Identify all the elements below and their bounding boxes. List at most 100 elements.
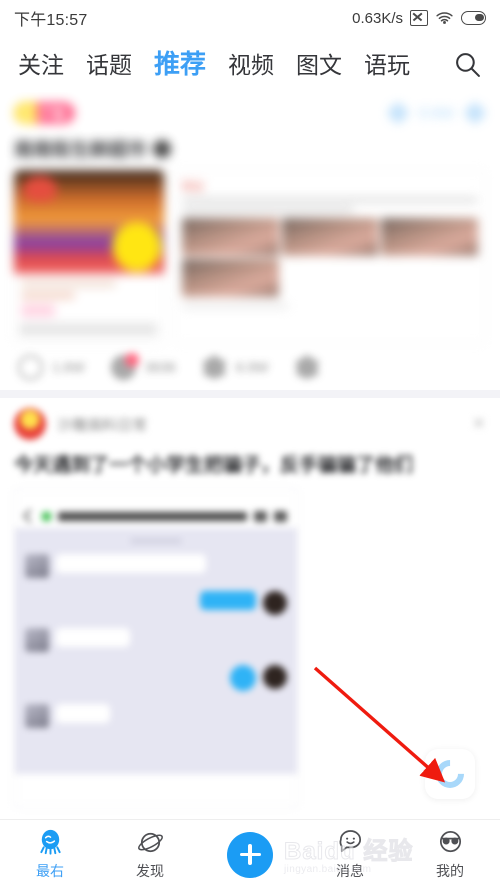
tab-guanzhu[interactable]: 关注	[18, 54, 64, 77]
close-icon[interactable]: ✕	[472, 414, 486, 434]
refresh-button[interactable]	[425, 749, 475, 799]
tab-yuwan[interactable]: 语玩	[364, 54, 410, 77]
feed-list[interactable]: 广告 9.9W 南南街生鲜超市 热议 1.6W 3636 6.9W 沙雕搞料日常…	[0, 92, 500, 820]
share-count: 1.6W	[52, 359, 85, 375]
chat-row-outgoing	[25, 664, 287, 691]
share-icon[interactable]	[18, 354, 43, 380]
badge-dot-icon	[17, 103, 36, 123]
chat-bubble-sent	[200, 590, 256, 610]
dislike-action[interactable]	[294, 354, 320, 380]
thumb-footer-line	[182, 303, 289, 309]
plus-icon[interactable]	[227, 831, 273, 878]
bottom-navigation: 最右 发现 消息 我的	[0, 819, 500, 889]
status-indicators: 0.63K/s	[352, 10, 486, 27]
vote-group[interactable]: 9.9W	[386, 102, 486, 124]
card-one-title-text: 南南街生鲜超市	[14, 140, 148, 161]
post-username[interactable]: 沙雕搞料日常	[57, 414, 461, 435]
nav-label-wode: 我的	[436, 863, 464, 879]
chat-status-bar	[25, 497, 287, 507]
card-two-content: 沙雕搞料日常 ✕ 今天遇到了一个小学生把骗子，反手骗骗了他们	[0, 398, 500, 808]
ad-badge: 广告	[14, 102, 76, 124]
app-screen: 下午15:57 0.63K/s 关注 话题 推荐 视频 图文 语玩 广告 9.9…	[0, 0, 500, 889]
status-time: 下午15:57	[14, 12, 88, 29]
thumb-item[interactable]	[182, 218, 279, 256]
feed-card-advertisement[interactable]: 广告 9.9W 南南街生鲜超市 热议 1.6W 3636 6.9W	[0, 92, 500, 390]
dislike-icon[interactable]	[294, 354, 320, 380]
chat-smile-icon	[336, 828, 365, 857]
alien-face-icon	[36, 828, 65, 857]
promo-title-line	[21, 280, 117, 287]
comment-count: 3636	[144, 359, 176, 375]
chat-bubble	[56, 627, 130, 647]
thumb-item[interactable]	[281, 218, 379, 256]
avatar[interactable]	[14, 408, 46, 440]
promo-image	[14, 170, 164, 274]
chat-avatar-self	[263, 590, 287, 615]
downvote-icon[interactable]	[464, 102, 486, 124]
like-icon[interactable]	[201, 354, 227, 380]
chat-nav-bar	[22, 509, 287, 528]
share-action[interactable]: 1.6W	[18, 354, 85, 380]
post-image-chat-screenshot[interactable]	[14, 487, 298, 808]
chat-row-incoming	[25, 703, 287, 728]
chat-menu-icon	[274, 510, 287, 522]
nav-item-wode[interactable]: 我的	[400, 828, 500, 881]
card-one-action-bar[interactable]: 1.6W 3636 6.9W	[0, 344, 500, 390]
tab-huati[interactable]: 话题	[86, 54, 132, 77]
tab-shipin[interactable]: 视频	[228, 54, 274, 77]
card-divider	[0, 390, 500, 398]
chat-message-list	[15, 527, 297, 774]
comment-badge	[124, 352, 139, 367]
tab-tuijian[interactable]: 推荐	[154, 51, 206, 77]
chat-bubble	[56, 703, 110, 723]
sunglasses-face-icon	[436, 828, 465, 857]
comment-icon[interactable]	[110, 352, 139, 380]
nav-label-faxian: 发现	[136, 863, 164, 879]
nav-label-zuiyou: 最右	[36, 863, 64, 879]
card-one-content: 广告 9.9W 南南街生鲜超市 热议	[0, 92, 500, 344]
network-speed: 0.63K/s	[352, 9, 403, 27]
chat-status-right	[284, 497, 287, 507]
status-bar: 下午15:57 0.63K/s	[0, 0, 500, 36]
wifi-icon	[435, 11, 454, 26]
chat-avatar-self	[263, 664, 287, 689]
promo-meta	[14, 274, 164, 344]
chat-avatar	[25, 703, 49, 728]
upvote-icon[interactable]	[386, 102, 409, 124]
card-one-body: 热议	[14, 170, 486, 344]
thumb-panel-header: 热议	[182, 181, 204, 193]
thumb-panel[interactable]: 热议	[174, 170, 486, 344]
ad-badge-label: 广告	[41, 106, 66, 121]
chat-avatar	[25, 553, 49, 578]
like-count: 6.9W	[235, 359, 269, 375]
like-action[interactable]: 6.9W	[201, 354, 269, 380]
vote-count: 9.9W	[418, 104, 454, 122]
thumb-placeholder	[381, 259, 478, 297]
chat-timestamp	[130, 537, 182, 544]
feed-card-post[interactable]: 沙雕搞料日常 ✕ 今天遇到了一个小学生把骗子，反手骗骗了他们	[0, 398, 500, 808]
thumb-grid	[182, 218, 478, 297]
thumb-item[interactable]	[182, 259, 279, 297]
search-icon[interactable]	[450, 47, 484, 81]
tab-tuwen[interactable]: 图文	[296, 54, 342, 77]
nav-item-faxian[interactable]: 发现	[100, 828, 200, 881]
card-two-header: 沙雕搞料日常 ✕	[14, 408, 486, 440]
thumb-placeholder	[282, 259, 379, 297]
thumb-text-line-short	[182, 207, 354, 213]
nav-item-publish[interactable]	[200, 831, 300, 878]
promo-card[interactable]	[14, 170, 164, 344]
thumb-item[interactable]	[381, 218, 478, 256]
nav-item-xiaoxi[interactable]: 消息	[300, 828, 400, 881]
post-title: 今天遇到了一个小学生把骗子，反手骗骗了他们	[14, 455, 414, 476]
no-sim-icon	[410, 10, 428, 26]
chat-contact-badge-icon	[42, 511, 51, 521]
promo-tag	[21, 304, 55, 317]
comment-action[interactable]: 3636	[110, 352, 176, 380]
card-one-title-marker	[153, 139, 172, 158]
chat-back-icon	[22, 509, 38, 524]
nav-item-zuiyou[interactable]: 最右	[0, 828, 100, 881]
chat-row-incoming	[25, 553, 287, 578]
refresh-icon	[430, 754, 470, 794]
top-tab-bar: 关注 话题 推荐 视频 图文 语玩	[0, 36, 500, 92]
promo-price-line	[21, 292, 76, 299]
